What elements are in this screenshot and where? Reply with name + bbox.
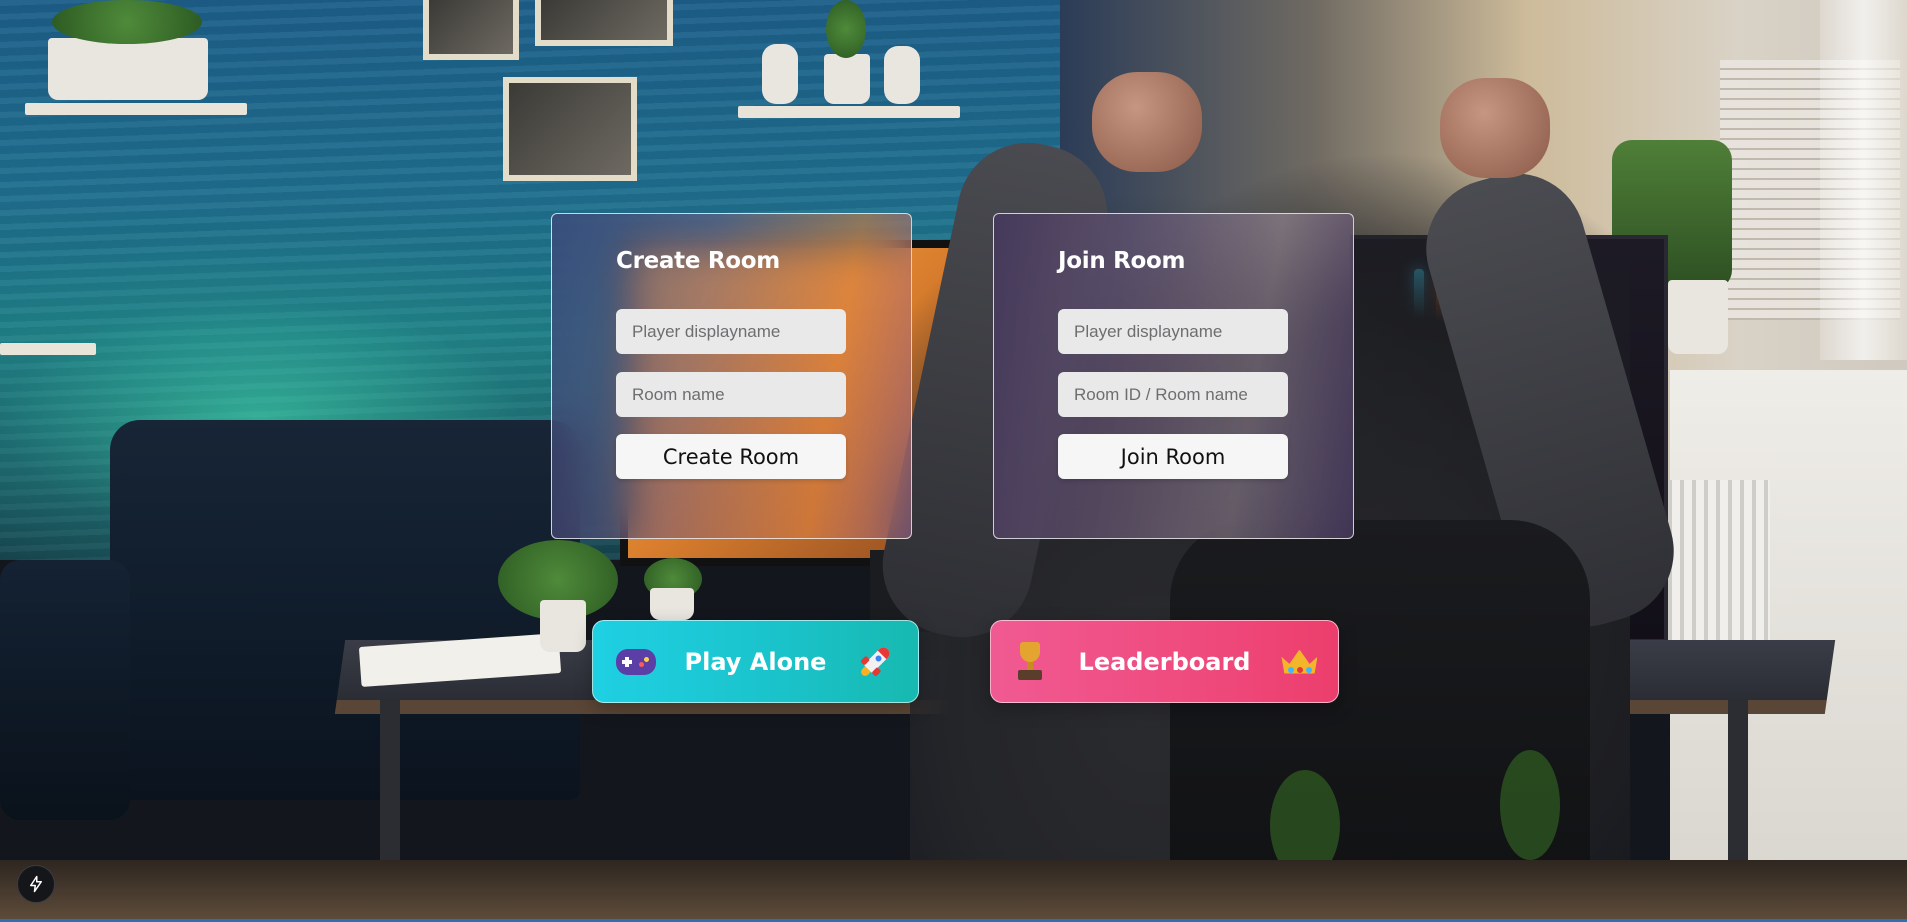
- leaderboard-label: Leaderboard: [1078, 647, 1251, 676]
- crown-icon: [1278, 641, 1320, 683]
- background-photo: [0, 0, 1907, 922]
- join-player-name-input[interactable]: [1058, 309, 1288, 354]
- fist: [1092, 72, 1202, 172]
- desk-pot: [650, 588, 694, 620]
- lightning-icon: [30, 875, 42, 893]
- plant: [826, 0, 866, 58]
- planter: [1668, 280, 1728, 354]
- plant: [52, 0, 202, 44]
- gamepad-icon: [615, 641, 657, 683]
- join-room-title: Join Room: [1058, 248, 1186, 274]
- join-room-panel: Join Room Join Room: [993, 213, 1354, 539]
- create-player-name-input[interactable]: [616, 309, 846, 354]
- create-room-button[interactable]: Create Room: [616, 434, 846, 479]
- create-room-title: Create Room: [616, 248, 780, 274]
- rocket-icon: [854, 641, 896, 683]
- lightning-badge[interactable]: [17, 865, 55, 903]
- join-room-id-input[interactable]: [1058, 372, 1288, 417]
- wall-shelf: [0, 343, 96, 355]
- planter: [824, 54, 870, 104]
- trophy-icon: [1009, 641, 1051, 683]
- curtain: [1820, 0, 1907, 360]
- join-room-button[interactable]: Join Room: [1058, 434, 1288, 479]
- floor: [0, 860, 1907, 922]
- couch: [110, 420, 580, 800]
- picture-frame: [503, 77, 637, 181]
- desk-pot: [540, 600, 586, 652]
- play-alone-label: Play Alone: [684, 647, 827, 676]
- leaderboard-button[interactable]: Leaderboard: [990, 620, 1339, 703]
- picture-frame: [535, 0, 673, 46]
- play-alone-button[interactable]: Play Alone: [592, 620, 919, 703]
- fist: [1440, 78, 1550, 178]
- wall-shelf: [25, 103, 247, 115]
- planter: [48, 38, 208, 100]
- picture-frame: [423, 0, 519, 60]
- create-room-panel: Create Room Create Room: [551, 213, 912, 539]
- create-room-name-input[interactable]: [616, 372, 846, 417]
- couch-arm: [0, 560, 130, 820]
- vase: [762, 44, 798, 104]
